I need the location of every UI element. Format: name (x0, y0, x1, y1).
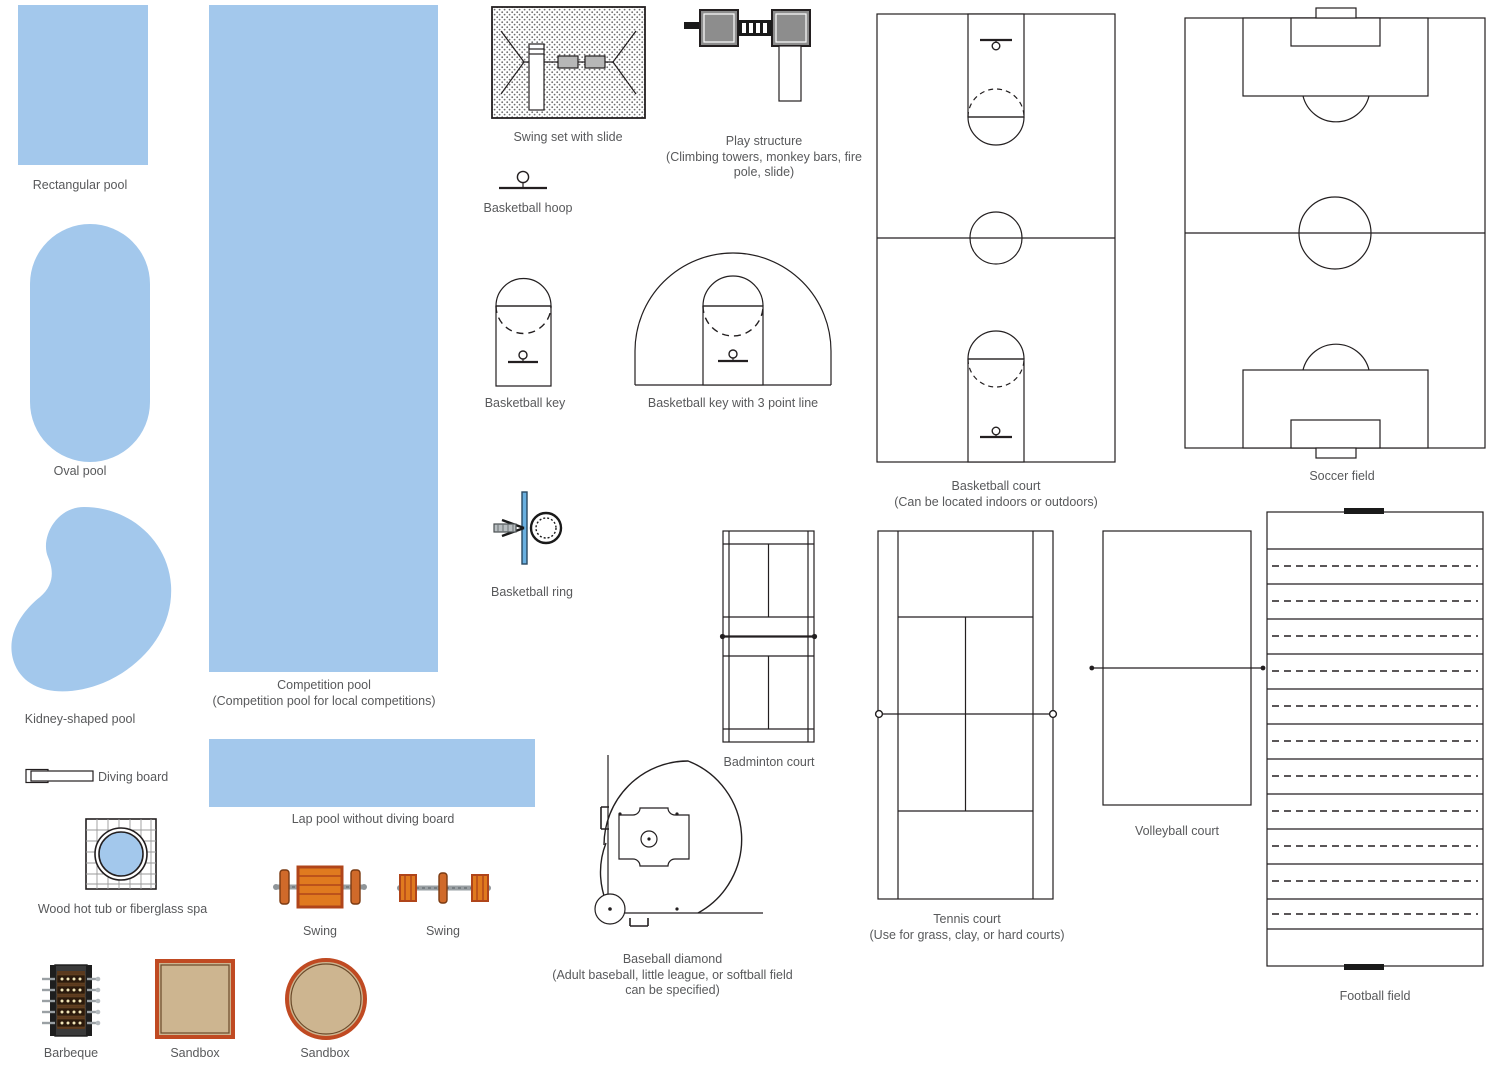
rectangular-pool-label: Rectangular pool (32, 178, 128, 192)
competition-pool-label: Competition pool (Competition pool for l… (212, 678, 436, 708)
swing-wide-shape[interactable] (272, 862, 368, 912)
swing-narrow-svg (397, 872, 491, 904)
sandbox-square-label: Sandbox (170, 1046, 220, 1060)
play-structure-label: Play structure (Climbing towers, monkey … (666, 134, 862, 179)
kidney-pool-label: Kidney-shaped pool (24, 712, 136, 726)
basketball-court-label: Basketball court (Can be located indoors… (894, 479, 1098, 509)
football-field-label: Football field (1339, 989, 1411, 1003)
play-structure-shape[interactable] (684, 8, 824, 113)
tennis-court-label: Tennis court (Use for grass, clay, or ha… (869, 912, 1065, 942)
barbeque-svg (42, 964, 101, 1037)
sandbox-round-shape[interactable] (285, 958, 367, 1040)
sandbox-square-shape[interactable] (155, 959, 235, 1039)
diving-board-shape[interactable] (25, 765, 95, 787)
basketball-ring-label: Basketball ring (491, 585, 573, 599)
basketball-key-label: Basketball key (484, 396, 566, 410)
tennis-court-shape[interactable] (874, 529, 1058, 901)
diving-board-label: Diving board (98, 770, 169, 784)
diving-board-svg (25, 768, 94, 784)
hot-tub-svg (85, 818, 157, 890)
basketball-court-shape[interactable] (876, 13, 1116, 463)
volleyball-court-shape[interactable] (1089, 529, 1266, 807)
soccer-field-svg (1184, 7, 1486, 459)
volleyball-court-svg (1089, 530, 1266, 806)
baseball-diamond-shape[interactable] (580, 755, 765, 935)
badminton-court-svg (719, 530, 818, 743)
basketball-key-svg (495, 277, 552, 387)
volleyball-court-label: Volleyball court (1134, 824, 1220, 838)
soccer-field-label: Soccer field (1309, 469, 1375, 483)
sandbox-square-svg (155, 959, 235, 1039)
oval-pool-shape[interactable] (30, 224, 150, 462)
basketball-hoop-shape[interactable] (497, 170, 549, 192)
lap-pool-label: Lap pool without diving board (291, 812, 455, 826)
oval-pool-fill (30, 224, 150, 462)
competition-pool-shape[interactable] (209, 5, 438, 672)
rectangular-pool-fill (18, 5, 148, 165)
basketball-hoop-label: Basketball hoop (483, 201, 573, 215)
basketball-key-3pt-svg (634, 252, 832, 386)
swing-wide-svg (273, 865, 367, 909)
basketball-ring-svg (493, 491, 563, 565)
swing-wide-label: Swing (302, 924, 338, 938)
swing-narrow-label: Swing (425, 924, 461, 938)
sandbox-round-svg (285, 958, 367, 1040)
lap-pool-fill (209, 739, 535, 807)
play-structure-svg (684, 9, 811, 102)
basketball-key-shape[interactable] (494, 265, 554, 387)
rectangular-pool-shape[interactable] (18, 5, 148, 165)
basketball-court-svg (876, 13, 1116, 463)
soccer-field-shape[interactable] (1183, 7, 1488, 459)
badminton-court-shape[interactable] (719, 529, 818, 744)
baseball-diamond-label: Baseball diamond (Adult baseball, little… (552, 952, 793, 997)
competition-pool-fill (209, 5, 438, 672)
football-field-shape[interactable] (1266, 504, 1484, 974)
barbeque-label: Barbeque (43, 1046, 99, 1060)
kidney-pool-shape[interactable] (8, 505, 173, 695)
oval-pool-label: Oval pool (53, 464, 107, 478)
basketball-hoop-svg (499, 170, 547, 190)
basketball-key-3pt-shape[interactable] (633, 252, 833, 387)
hot-tub-shape[interactable] (85, 818, 157, 890)
baseball-diamond-svg (594, 755, 763, 927)
hot-tub-label: Wood hot tub or fiberglass spa (37, 902, 208, 916)
sandbox-round-label: Sandbox (300, 1046, 350, 1060)
basketball-ring-shape[interactable] (492, 490, 572, 568)
lap-pool-shape[interactable] (209, 739, 535, 807)
football-field-svg (1266, 508, 1484, 970)
swing-set-slide-label: Swing set with slide (513, 130, 623, 144)
swing-set-slide-shape[interactable] (491, 6, 646, 119)
swing-narrow-shape[interactable] (396, 872, 492, 904)
swing-set-slide-svg (491, 6, 646, 119)
basketball-key-3pt-label: Basketball key with 3 point line (647, 396, 819, 410)
tennis-court-svg (874, 530, 1058, 900)
kidney-pool-svg (11, 507, 172, 692)
barbeque-shape[interactable] (42, 963, 101, 1038)
